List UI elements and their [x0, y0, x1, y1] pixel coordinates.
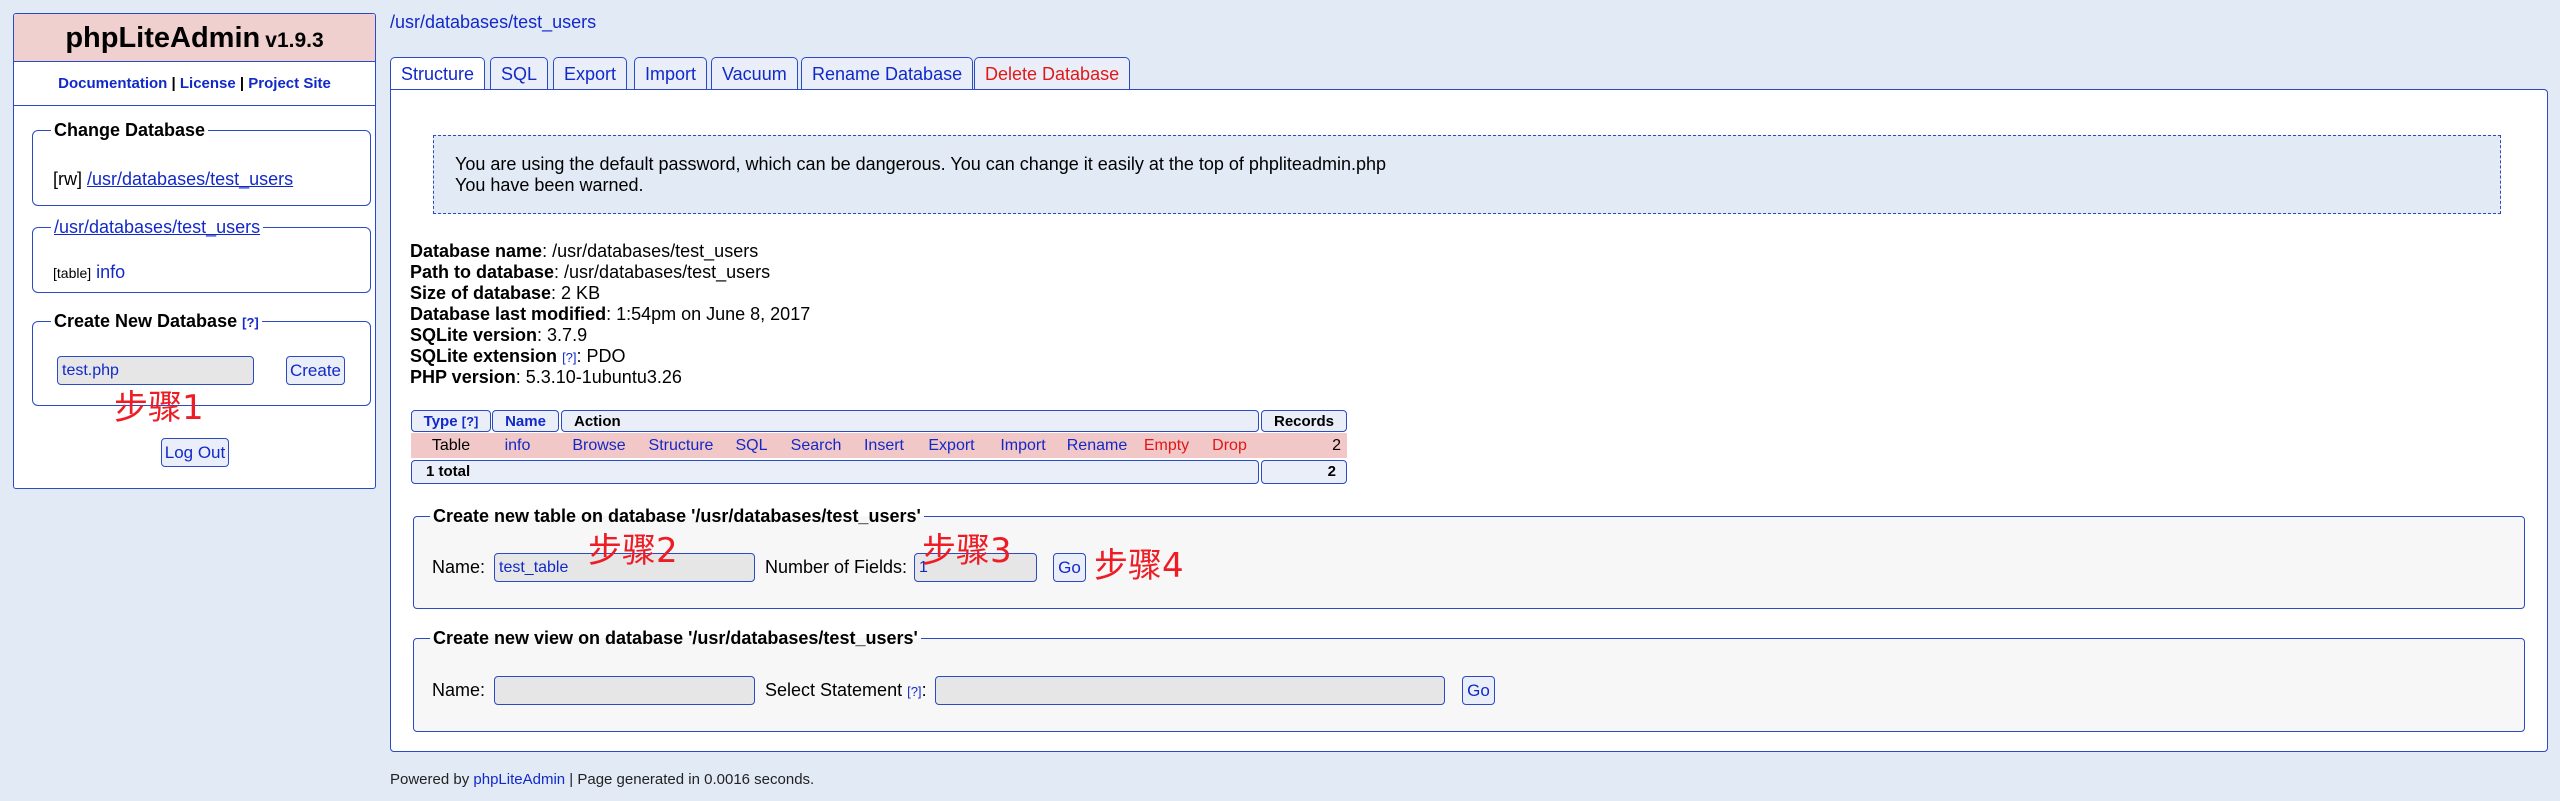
- project-site-link[interactable]: Project Site: [248, 75, 331, 92]
- tab-sql[interactable]: SQL: [490, 57, 549, 89]
- table-info-link[interactable]: info: [96, 262, 125, 282]
- db-mode: [rw]: [53, 169, 82, 189]
- action-empty[interactable]: Empty: [1136, 433, 1197, 458]
- sqlite-ext-help-link[interactable]: [?]: [562, 350, 576, 365]
- database-tables-box: /usr/databases/test_users [table] info: [32, 217, 371, 293]
- action-structure[interactable]: Structure: [641, 433, 721, 458]
- change-database-legend: Change Database: [54, 120, 206, 140]
- num-fields-label: Number of Fields:: [765, 557, 908, 577]
- action-import[interactable]: Import: [988, 433, 1058, 458]
- warning-line2: You have been warned.: [455, 175, 644, 195]
- info-sqlite-version: SQLite version: 3.7.9: [410, 325, 588, 345]
- info-db-name: Database name: /usr/databases/test_users: [410, 241, 759, 261]
- tab-import[interactable]: Import: [634, 57, 708, 89]
- tab-vacuum[interactable]: Vacuum: [711, 57, 798, 89]
- create-database-button[interactable]: Create: [286, 356, 345, 385]
- tab-export[interactable]: Export: [553, 57, 628, 89]
- action-browse[interactable]: Browse: [561, 433, 637, 458]
- logout-button[interactable]: Log Out: [161, 438, 229, 467]
- total-label: 1 total: [411, 460, 1259, 484]
- create-view-name-label: Name:: [432, 680, 486, 700]
- info-sqlite-extension: SQLite extension [?]: PDO: [410, 346, 626, 366]
- col-header-records: Records: [1261, 410, 1347, 432]
- tab-rename-database[interactable]: Rename Database: [801, 57, 974, 89]
- change-database-box: Change Database [rw] /usr/databases/test…: [32, 120, 371, 206]
- info-db-path: Path to database: /usr/databases/test_us…: [410, 262, 771, 282]
- sort-name-link[interactable]: Name: [505, 413, 546, 430]
- sort-type-link[interactable]: Type: [424, 413, 458, 430]
- info-php-version: PHP version: 5.3.10-1ubuntu3.26: [410, 367, 682, 387]
- row-name-link[interactable]: info: [492, 433, 543, 458]
- sidebar-links: Documentation | License | Project Site: [14, 62, 375, 106]
- db-select-link[interactable]: /usr/databases/test_users: [87, 169, 293, 189]
- warning-line1: You are using the default password, whic…: [455, 154, 1386, 174]
- select-statement-input[interactable]: [935, 676, 1445, 705]
- table-type-label: [table]: [53, 265, 92, 281]
- type-help-link[interactable]: [?]: [462, 414, 479, 429]
- view-name-input[interactable]: [494, 676, 755, 705]
- action-export[interactable]: Export: [918, 433, 985, 458]
- action-sql[interactable]: SQL: [724, 433, 779, 458]
- step3-annotation: 步骤3: [922, 531, 1012, 571]
- info-db-modified: Database last modified: 1:54pm on June 8…: [410, 304, 811, 324]
- footer-phpliteadmin-link[interactable]: phpLiteAdmin: [473, 771, 565, 788]
- license-link[interactable]: License: [180, 75, 236, 92]
- create-database-legend: Create New Database: [54, 311, 238, 331]
- col-header-action: Action: [561, 410, 1259, 432]
- create-view-go-button[interactable]: Go: [1462, 676, 1495, 705]
- select-statement-help-link[interactable]: [?]: [907, 684, 921, 699]
- total-records: 2: [1261, 460, 1347, 484]
- info-db-size: Size of database: 2 KB: [410, 283, 601, 303]
- row-type: Table: [431, 437, 471, 454]
- database-link[interactable]: /usr/databases/test_users: [54, 217, 260, 237]
- create-view-legend: Create new view on database '/usr/databa…: [433, 628, 918, 648]
- app-title[interactable]: phpLiteAdmin: [65, 22, 260, 54]
- app-version: v1.9.3: [265, 29, 324, 52]
- create-table-name-label: Name:: [432, 557, 486, 577]
- action-insert[interactable]: Insert: [853, 433, 915, 458]
- action-drop[interactable]: Drop: [1200, 433, 1259, 458]
- action-rename[interactable]: Rename: [1061, 433, 1133, 458]
- select-statement-label: Select Statement [?]:: [765, 680, 927, 700]
- step1-annotation: 步骤1: [114, 388, 204, 428]
- create-db-help-link[interactable]: [?]: [242, 315, 259, 330]
- create-table-go-button[interactable]: Go: [1053, 553, 1086, 582]
- action-search[interactable]: Search: [782, 433, 850, 458]
- row-records: 2: [1332, 437, 1341, 454]
- step2-annotation: 步骤2: [588, 531, 678, 571]
- tab-structure[interactable]: Structure: [390, 57, 486, 91]
- current-db-path[interactable]: /usr/databases/test_users: [390, 12, 596, 33]
- col-header-name: Name: [492, 410, 559, 432]
- col-header-type: Type [?]: [411, 410, 491, 432]
- tab-delete-database[interactable]: Delete Database: [974, 57, 1131, 89]
- footer: Powered by phpLiteAdmin | Page generated…: [390, 771, 815, 788]
- warning-box: You are using the default password, whic…: [433, 135, 2501, 214]
- app-header: phpLiteAdmin v1.9.3: [14, 14, 375, 62]
- documentation-link[interactable]: Documentation: [58, 75, 167, 92]
- step4-annotation: 步骤4: [1094, 546, 1184, 586]
